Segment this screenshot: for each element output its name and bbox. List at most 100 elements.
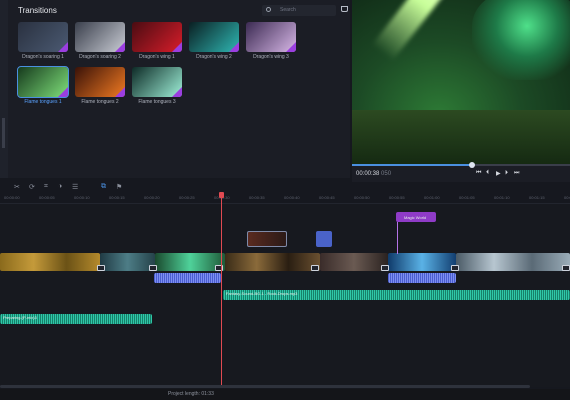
ruler-tick: 00:01:20 xyxy=(564,195,570,200)
video-clip[interactable] xyxy=(320,253,388,271)
transition-tile[interactable]: Dragon's soaring 1 xyxy=(18,22,68,66)
transition-tile[interactable]: Dragon's soaring 2 xyxy=(75,22,125,66)
playhead[interactable] xyxy=(221,192,222,387)
audio-clip[interactable] xyxy=(388,273,456,283)
overlay-clip[interactable] xyxy=(316,231,332,247)
video-clip[interactable] xyxy=(388,253,456,271)
transition-label: Dragon's soaring 1 xyxy=(22,54,64,60)
audio-clip[interactable] xyxy=(154,273,221,283)
playback-controls: 00:00:38 050 ⏮ ⏴ ▶ ⏵ ⏭ xyxy=(352,162,570,182)
premium-corner-icon xyxy=(172,42,182,52)
transition-label: Flame tongues 1 xyxy=(24,99,62,105)
preview-ground xyxy=(352,110,570,164)
title-clip[interactable]: Magic World xyxy=(396,212,436,222)
ruler-tick: 00:00:05 xyxy=(39,195,55,200)
transition-thumbnail xyxy=(75,67,125,97)
ruler-tick: 00:00:35 xyxy=(249,195,265,200)
timecode: 00:00:38 050 xyxy=(356,171,391,177)
transitions-panel: Transitions Search Dragon's soaring 1 Dra… xyxy=(8,0,350,178)
premium-corner-icon xyxy=(286,42,296,52)
title-clip-label: Magic World xyxy=(404,215,427,220)
premium-corner-icon xyxy=(58,87,68,97)
ruler-tick: 00:01:00 xyxy=(424,195,440,200)
rotate-icon[interactable]: ⟳ xyxy=(29,183,35,191)
premium-corner-icon xyxy=(115,42,125,52)
overlay-icon[interactable]: ⧉ xyxy=(101,183,106,191)
transition-tile[interactable]: Flame tongues 1 xyxy=(17,66,69,111)
premium-corner-icon xyxy=(172,87,182,97)
color-icon[interactable]: ◑ xyxy=(58,183,62,190)
timeline-ruler[interactable]: 00:00:00 00:00:05 00:00:10 00:00:15 00:00:20… xyxy=(0,194,570,204)
timecode-frames: 050 xyxy=(381,171,392,177)
skip-forward-icon[interactable]: ⏭ xyxy=(514,170,519,177)
skip-back-icon[interactable]: ⏮ xyxy=(476,170,481,177)
cart-icon[interactable] xyxy=(341,6,348,12)
transition-thumbnail xyxy=(189,22,239,52)
transition-label: Flame tongues 3 xyxy=(138,99,176,105)
video-clip[interactable] xyxy=(225,253,320,271)
progress-knob[interactable] xyxy=(468,162,475,168)
ruler-tick: 00:00:15 xyxy=(109,195,125,200)
transition-marker-icon[interactable] xyxy=(451,265,459,271)
transition-tile[interactable]: Flame tongues 2 xyxy=(75,67,125,111)
transition-label: Dragon's wing 2 xyxy=(196,54,232,60)
audio-clip[interactable]: Preparing-(P-mix)3 xyxy=(0,314,152,324)
audio-clip-label: Fantasy-Sound-BG-1 - Rock-Drops.mp3 xyxy=(226,291,298,296)
ruler-tick: 00:00:45 xyxy=(319,195,335,200)
video-clip[interactable] xyxy=(456,253,570,271)
crop-icon[interactable]: ⌗ xyxy=(44,183,48,191)
flag-icon[interactable]: ⚑ xyxy=(116,183,122,191)
audio-clip-label: Preparing-(P-mix)3 xyxy=(3,315,37,320)
transition-thumbnail xyxy=(17,66,69,98)
transition-label: Flame tongues 2 xyxy=(81,99,119,105)
transition-tile[interactable]: Dragon's wing 1 xyxy=(132,22,182,66)
play-icon[interactable]: ▶ xyxy=(496,170,501,177)
transition-thumbnail xyxy=(18,22,68,52)
video-editor: Transitions Search Dragon's soaring 1 Dra… xyxy=(0,0,570,400)
video-clip[interactable] xyxy=(0,253,100,271)
premium-corner-icon xyxy=(58,42,68,52)
video-clip[interactable] xyxy=(100,253,155,271)
timecode-time: 00:00:38 xyxy=(356,171,380,177)
ruler-tick: 00:00:00 xyxy=(4,195,20,200)
transition-thumbnail xyxy=(246,22,296,52)
transition-marker-icon[interactable] xyxy=(381,265,389,271)
timeline-scrollbar[interactable] xyxy=(0,385,530,388)
transition-marker-icon[interactable] xyxy=(311,265,319,271)
left-sidebar xyxy=(0,0,8,178)
overlay-clip[interactable] xyxy=(247,231,287,247)
timeline-toolbar: ✂ ⟳ ⌗ ◑ ☰ ⧉ ⚑ xyxy=(0,182,570,194)
transition-label: Dragon's wing 3 xyxy=(253,54,289,60)
search-input[interactable]: Search xyxy=(262,5,336,16)
ruler-tick: 00:00:20 xyxy=(144,195,160,200)
list-icon[interactable]: ☰ xyxy=(72,183,78,191)
transition-marker-icon[interactable] xyxy=(97,265,105,271)
project-length: Project length: 01:33 xyxy=(168,391,214,397)
transition-tile[interactable]: Flame tongues 3 xyxy=(132,67,182,111)
audio-clip[interactable]: Fantasy-Sound-BG-1 - Rock-Drops.mp3 xyxy=(223,290,570,300)
search-icon xyxy=(266,7,271,12)
step-back-icon[interactable]: ⏴ xyxy=(486,170,489,177)
ruler-tick: 00:01:10 xyxy=(494,195,510,200)
panel-title: Transitions xyxy=(18,6,57,15)
playhead-handle[interactable] xyxy=(219,192,224,198)
status-bar: Project length: 01:33 xyxy=(0,389,570,400)
progress-fill xyxy=(352,164,472,166)
transition-marker-icon[interactable] xyxy=(562,265,570,271)
transition-tile[interactable]: Dragon's wing 2 xyxy=(189,22,239,66)
ruler-tick: 00:00:10 xyxy=(74,195,90,200)
ruler-tick: 00:00:40 xyxy=(284,195,300,200)
step-forward-icon[interactable]: ⏵ xyxy=(505,170,508,177)
sidebar-scroll-handle[interactable] xyxy=(2,118,5,148)
transition-thumbnail xyxy=(132,22,182,52)
transition-tile[interactable]: Dragon's wing 3 xyxy=(246,22,296,66)
transition-label: Dragon's soaring 2 xyxy=(79,54,121,60)
video-preview xyxy=(352,0,570,164)
progress-track[interactable] xyxy=(352,162,570,168)
cut-icon[interactable]: ✂ xyxy=(14,183,20,191)
transition-thumbnail xyxy=(132,67,182,97)
ruler-tick: 00:00:50 xyxy=(354,195,370,200)
transition-marker-icon[interactable] xyxy=(149,265,157,271)
ruler-tick: 00:00:25 xyxy=(179,195,195,200)
ruler-tick: 00:01:05 xyxy=(459,195,475,200)
